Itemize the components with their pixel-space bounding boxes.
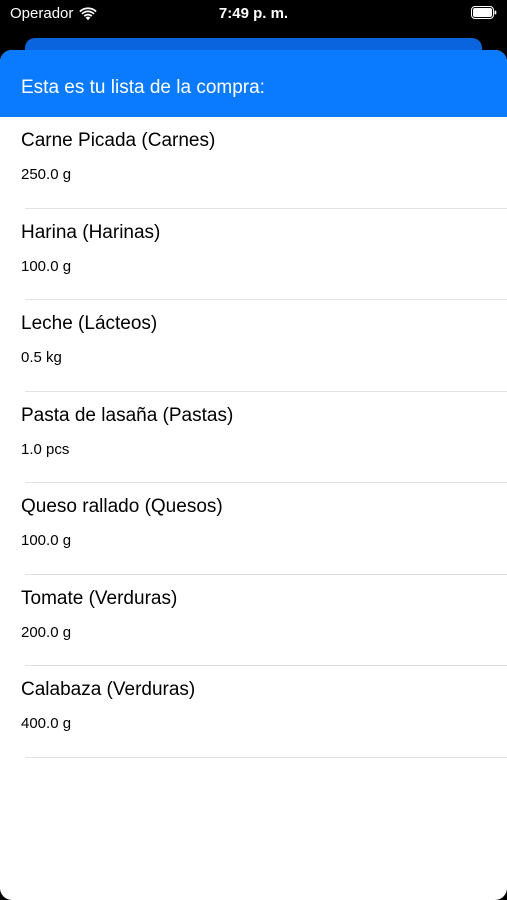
item-name: Tomate (Verduras) [21, 587, 178, 609]
item-name: Harina (Harinas) [21, 221, 161, 243]
shopping-list-sheet[interactable]: Esta es tu lista de la compra: Carne Pic… [0, 50, 507, 900]
list-item[interactable]: Harina (Harinas) 100.0 g [0, 209, 507, 301]
shopping-list: Carne Picada (Carnes) 250.0 g Harina (Ha… [0, 117, 507, 758]
item-name: Pasta de lasaña (Pastas) [21, 404, 234, 426]
item-quantity: 0.5 kg [21, 349, 62, 366]
list-item[interactable]: Calabaza (Verduras) 400.0 g [0, 666, 507, 758]
list-item[interactable]: Leche (Lácteos) 0.5 kg [0, 300, 507, 392]
item-quantity: 200.0 g [21, 623, 72, 641]
item-name: Queso rallado (Quesos) [21, 496, 223, 517]
list-item[interactable]: Tomate (Verduras) 200.0 g [0, 575, 507, 667]
item-name: Carne Picada (Carnes) [21, 130, 216, 151]
status-bar: Operador 7:49 p. m. [0, 0, 507, 30]
item-quantity: 100.0 g [21, 532, 72, 549]
list-item[interactable]: Queso rallado (Quesos) 100.0 g [0, 483, 507, 575]
list-item[interactable]: Carne Picada (Carnes) 250.0 g [0, 117, 507, 209]
list-item[interactable]: Pasta de lasaña (Pastas) 1.0 pcs [0, 392, 507, 484]
item-quantity: 1.0 pcs [21, 440, 70, 458]
page-title: Esta es tu lista de la compra: [21, 77, 265, 98]
phone-screen: Operador 7:49 p. m. Esta es tu lista de … [0, 0, 507, 900]
item-name: Calabaza (Verduras) [21, 679, 196, 700]
battery-icon [471, 6, 497, 19]
item-quantity: 100.0 g [21, 257, 72, 275]
sheet-header: Esta es tu lista de la compra: [0, 50, 507, 117]
item-quantity: 250.0 g [21, 166, 72, 183]
item-name: Leche (Lácteos) [21, 313, 158, 334]
status-time: 7:49 p. m. [218, 5, 289, 22]
item-quantity: 400.0 g [21, 715, 72, 732]
